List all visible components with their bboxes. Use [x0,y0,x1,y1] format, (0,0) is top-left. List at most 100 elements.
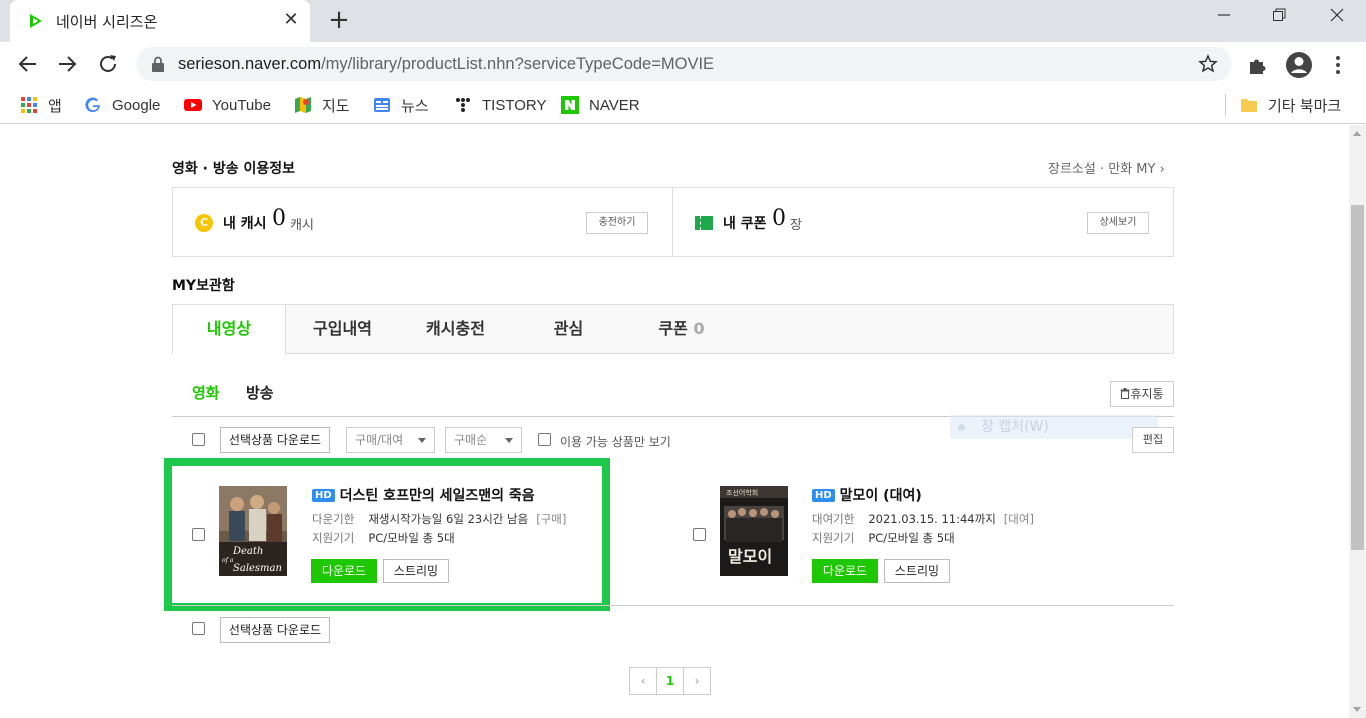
tab-title: 네이버 시리즈온 [56,13,158,31]
chevron-down-icon [418,438,426,443]
bookmark-naver[interactable]: NAVER [561,95,640,115]
chevron-right-icon: › [1159,162,1165,177]
bookmark-label: 앱 [48,97,62,115]
highlight-box [164,458,610,611]
apps-grid-icon [21,97,37,113]
page-1[interactable]: 1 [656,667,684,695]
item-devices: 지원기기 PC/모바일 총 5대 [812,531,955,545]
bookmark-maps[interactable]: 지도 [294,95,350,115]
url-text: serieson.naver.com/my/library/productLis… [178,55,715,73]
next-page-button[interactable]: › [683,667,711,695]
naver-icon [561,96,579,114]
cash-label: 내 캐시 [223,216,267,232]
bookmark-tistory[interactable]: TISTORY [454,95,546,115]
select-all-checkbox[interactable] [192,433,205,446]
new-tab-button[interactable]: + [325,7,353,35]
prev-page-button[interactable]: ‹ [629,667,657,695]
bookmark-google[interactable]: Google [84,95,160,115]
genre-my-link[interactable]: 장르소설 · 만화 MY › [1048,158,1165,177]
item-checkbox[interactable] [693,528,706,541]
edit-button[interactable]: 편집 [1132,427,1174,453]
tab-purchase-history[interactable]: 구입내역 [286,305,399,353]
subtab-movie[interactable]: 영화 [192,382,220,403]
bookmark-other-folder[interactable]: 기타 북마크 [1240,95,1341,115]
select-all-bottom-checkbox[interactable] [192,622,205,635]
svg-text:말모이: 말모이 [728,547,772,566]
page-scrollbar[interactable] [1349,125,1366,718]
purchase-type-select[interactable]: 구매/대여 [346,427,435,453]
cash-coin-icon: C [195,214,213,232]
maps-icon [295,97,311,113]
library-tabs: 내영상 구입내역 캐시충전 관심 쿠폰 0 [172,304,1174,355]
pagination: ‹ 1 › [629,667,711,695]
bookmark-label: 지도 [322,97,350,115]
window-close-button[interactable] [1317,5,1357,35]
tab-close-icon[interactable]: ✕ [280,9,302,31]
item-expiry: 대여기한 2021.03.15. 11:44까지 [대여] [812,512,1034,526]
cash-panel: C 내 캐시 0 캐시 충전하기 [173,188,673,256]
usage-info-title: 영화 · 방송 이용정보 [172,161,295,177]
browser-tab[interactable]: 네이버 시리즈온 ✕ [10,0,310,42]
bookmark-youtube[interactable]: YouTube [184,95,271,115]
trash-button[interactable]: 휴지통 [1110,381,1174,407]
minimize-button[interactable] [1204,5,1244,35]
scroll-down-arrow-icon[interactable] [1353,707,1361,712]
extensions-puzzle-icon[interactable] [1247,54,1269,76]
tab-my-videos[interactable]: 내영상 [173,305,286,355]
bookmark-label: 뉴스 [401,97,429,115]
scroll-thumb[interactable] [1351,205,1364,550]
bookmark-label: YouTube [212,96,271,114]
bookmark-label: TISTORY [482,96,547,114]
back-arrow-icon[interactable] [14,50,42,78]
scroll-up-arrow-icon[interactable] [1353,131,1361,136]
tab-strip: 네이버 시리즈온 ✕ + [0,0,1366,42]
lock-icon[interactable] [151,56,165,72]
bookmark-news[interactable]: 뉴스 [373,95,429,115]
restore-button[interactable] [1259,5,1299,35]
forward-arrow-icon[interactable] [53,50,81,78]
coupon-detail-button[interactable]: 상세보기 [1087,212,1149,234]
coupon-tab-count: 0 [693,319,705,338]
streaming-button[interactable]: 스트리밍 [884,559,950,583]
select-download-button[interactable]: 선택상품 다운로드 [220,427,330,453]
subtab-broadcast[interactable]: 방송 [246,382,274,403]
chevron-down-icon [505,438,513,443]
browser-menu-icon[interactable] [1328,54,1348,76]
available-only-checkbox[interactable] [538,433,551,446]
tab-cash-charge[interactable]: 캐시충전 [399,305,512,353]
tab-interest[interactable]: 관심 [512,305,625,353]
news-icon [374,98,390,112]
cash-count: 0 [272,206,286,231]
bookmarks-bar: 앱 Google YouTube 지도 뉴스 TISTORY NAVER 기타 … [0,86,1366,124]
bookmark-apps[interactable]: 앱 [20,95,62,115]
bookmarks-separator [1225,94,1226,116]
download-button[interactable]: 다운로드 [812,559,878,583]
item-title[interactable]: HD 말모이 (대여) [812,485,922,505]
available-only-label: 이용 가능 상품만 보기 [560,435,671,449]
folder-icon [1241,99,1257,112]
coupon-panel: 내 쿠폰 0 장 상세보기 [673,188,1173,256]
profile-avatar-icon[interactable] [1285,51,1313,79]
browser-toolbar: serieson.naver.com/my/library/productLis… [0,42,1366,86]
select-download-bottom-button[interactable]: 선택상품 다운로드 [220,617,330,643]
trash-icon [1120,388,1130,399]
coupon-label: 내 쿠폰 [723,216,767,232]
coupon-count: 0 [772,206,786,231]
malmoi-poster[interactable]: 조선어학회 말모이 [720,486,788,576]
svg-text:조선어학회: 조선어학회 [726,488,758,497]
list-bottom-divider [172,605,1174,606]
google-icon [85,97,100,113]
sort-order-select[interactable]: 구매순 [445,427,522,453]
window-capture-overlay: 창 캡처(W) [950,415,1158,439]
bookmark-label: Google [112,96,161,114]
tistory-icon [456,98,470,112]
coupon-unit: 장 [790,218,802,233]
address-bar[interactable]: serieson.naver.com/my/library/productLis… [136,47,1232,81]
reload-icon[interactable] [94,50,122,78]
usage-info-box: C 내 캐시 0 캐시 충전하기 내 쿠폰 0 장 상세보기 [172,187,1174,257]
tab-coupon[interactable]: 쿠폰 0 [625,305,738,353]
charge-button[interactable]: 충전하기 [586,212,648,234]
youtube-icon [184,99,202,111]
library-title: MY보관함 [172,278,235,294]
bookmark-star-icon[interactable] [1198,54,1218,74]
